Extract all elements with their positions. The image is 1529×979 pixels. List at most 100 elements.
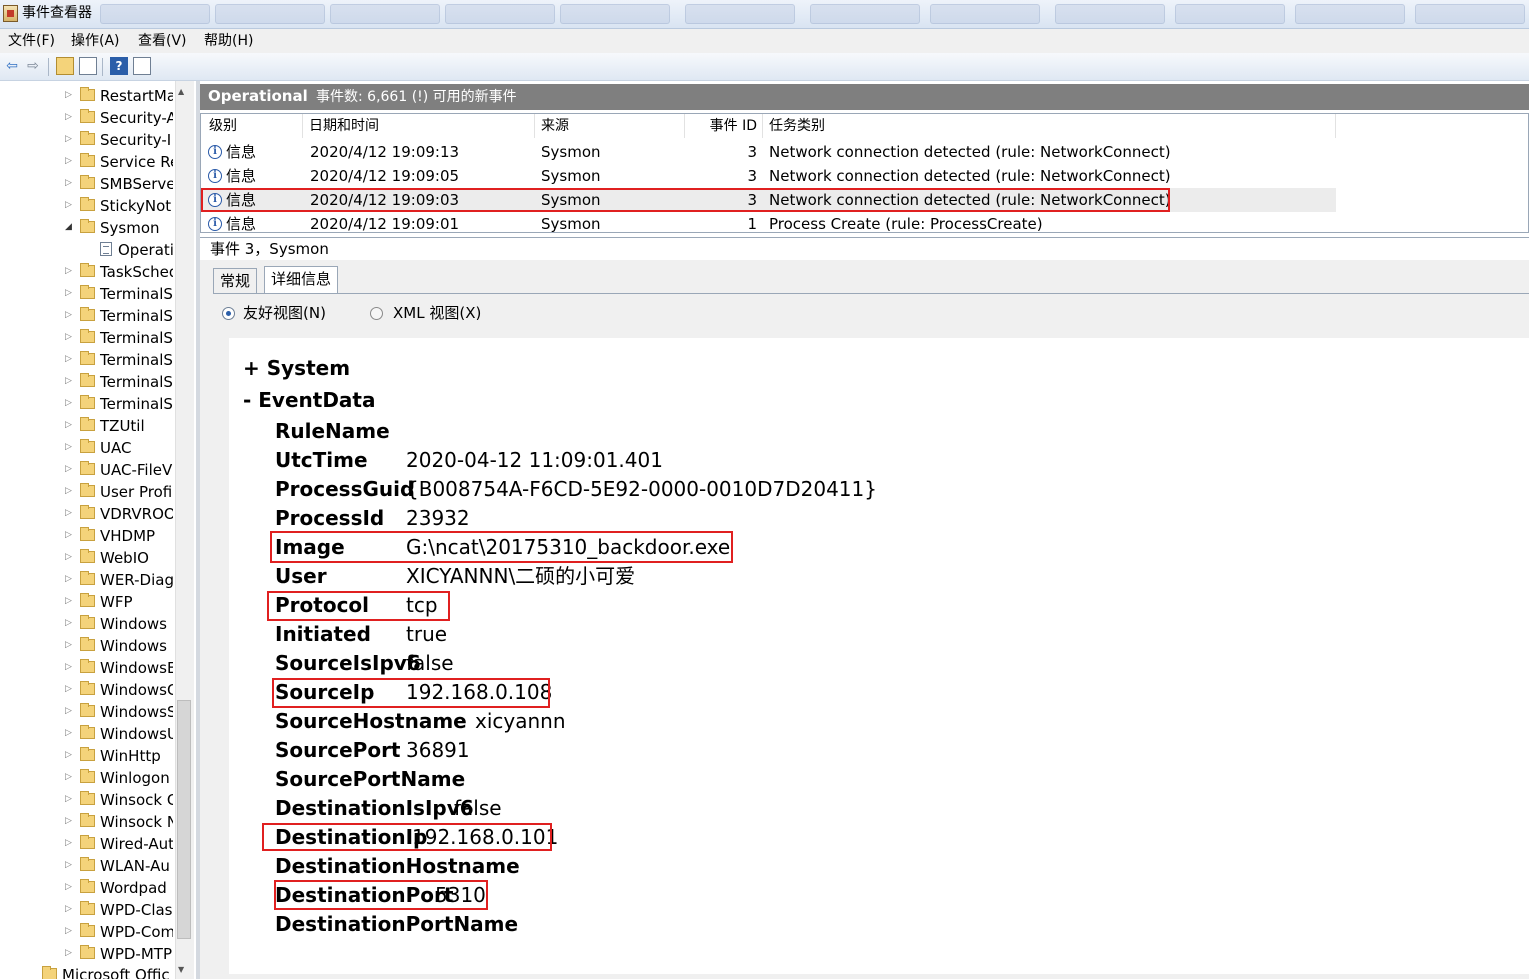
tree-item[interactable]: ◢ Sysmon xyxy=(0,217,173,239)
tree-item[interactable]: ▷ VHDMP xyxy=(0,525,173,547)
tree-item[interactable]: ▷ Security-A xyxy=(0,107,173,129)
expand-arrow-icon[interactable]: ▷ xyxy=(65,640,72,650)
tree-item[interactable]: Operati xyxy=(0,239,173,261)
tree-item[interactable]: ▷ WLAN-Au xyxy=(0,855,173,877)
background-taskbar-tab[interactable] xyxy=(930,4,1040,24)
expand-arrow-icon[interactable]: ▷ xyxy=(65,288,72,298)
background-taskbar-tab[interactable] xyxy=(100,4,210,24)
expand-arrow-icon[interactable]: ▷ xyxy=(65,662,72,672)
back-icon[interactable]: ⇦ xyxy=(3,57,21,75)
pane-icon[interactable] xyxy=(133,57,151,75)
expand-arrow-icon[interactable]: ▷ xyxy=(65,464,72,474)
radio-xml-view[interactable] xyxy=(370,307,383,320)
expand-arrow-icon[interactable]: ▷ xyxy=(65,266,72,276)
expand-arrow-icon[interactable]: ▷ xyxy=(65,816,72,826)
radio-friendly-view[interactable] xyxy=(222,307,235,320)
tree-item[interactable]: ▷ TaskSched xyxy=(0,261,173,283)
tree-item[interactable]: ▷ WPD-Com xyxy=(0,921,173,943)
background-taskbar-tab[interactable] xyxy=(1415,4,1525,24)
tree-item[interactable]: ▷ Windows xyxy=(0,613,173,635)
tree-item[interactable]: ▷ TerminalS xyxy=(0,305,173,327)
tree-item[interactable]: ▷ UAC-FileV xyxy=(0,459,173,481)
expand-arrow-icon[interactable]: ▷ xyxy=(65,948,72,958)
column-header-task-category[interactable]: 任务类别 xyxy=(763,114,1336,138)
tree-item[interactable]: ▷ Winsock N xyxy=(0,811,173,833)
background-taskbar-tab[interactable] xyxy=(685,4,795,24)
tab-details[interactable]: 详细信息 xyxy=(264,266,339,294)
tree-item[interactable]: ▷ WebIO xyxy=(0,547,173,569)
folder-up-icon[interactable] xyxy=(56,57,74,75)
radio-friendly-label[interactable]: 友好视图(N) xyxy=(243,304,326,323)
tab-general[interactable]: 常规 xyxy=(213,268,258,294)
column-header-source[interactable]: 来源 xyxy=(535,114,685,138)
expand-arrow-icon[interactable]: ▷ xyxy=(65,728,72,738)
tree-item[interactable]: ▷ Winlogon xyxy=(0,767,173,789)
properties-icon[interactable] xyxy=(79,57,97,75)
tree-item[interactable]: ▷ WER-Diag xyxy=(0,569,173,591)
background-taskbar-tab[interactable] xyxy=(445,4,555,24)
expand-arrow-icon[interactable]: ▷ xyxy=(65,596,72,606)
menu-action[interactable]: 操作(A) xyxy=(71,32,120,50)
background-taskbar-tab[interactable] xyxy=(330,4,440,24)
expand-arrow-icon[interactable]: ▷ xyxy=(65,926,72,936)
menu-view[interactable]: 查看(V) xyxy=(138,32,187,50)
background-taskbar-tab[interactable] xyxy=(1055,4,1165,24)
expand-arrow-icon[interactable]: ▷ xyxy=(65,530,72,540)
tree-item[interactable]: ▷ WinHttp xyxy=(0,745,173,767)
tree-item[interactable]: ▷ WFP xyxy=(0,591,173,613)
expand-arrow-icon[interactable]: ▷ xyxy=(65,706,72,716)
expand-arrow-icon[interactable]: ▷ xyxy=(65,354,72,364)
tree-item[interactable]: ▷ TerminalS xyxy=(0,393,173,415)
tree-item[interactable]: ▷ UAC xyxy=(0,437,173,459)
tree-item[interactable]: ▷ TerminalS xyxy=(0,349,173,371)
column-header-level[interactable]: 级别 xyxy=(203,114,303,138)
expand-arrow-icon[interactable]: ▷ xyxy=(65,618,72,628)
tree-item[interactable]: ▷ WindowsE xyxy=(0,657,173,679)
background-taskbar-tab[interactable] xyxy=(215,4,325,24)
tree-item[interactable]: ▷ Security-I xyxy=(0,129,173,151)
expand-arrow-icon[interactable]: ▷ xyxy=(65,178,72,188)
tree-item[interactable]: ▷ User Profi xyxy=(0,481,173,503)
tree-item[interactable]: Microsoft Offic xyxy=(0,964,173,979)
tree-item[interactable]: ▷ TerminalS xyxy=(0,283,173,305)
tree-item[interactable]: ▷ TerminalS xyxy=(0,327,173,349)
tree-scrollbar-thumb[interactable] xyxy=(177,700,191,939)
help-icon[interactable]: ? xyxy=(110,57,128,75)
column-header-event-id[interactable]: 事件 ID xyxy=(685,114,763,138)
expand-arrow-icon[interactable]: ▷ xyxy=(65,904,72,914)
expand-arrow-icon[interactable]: ▷ xyxy=(65,750,72,760)
expand-arrow-icon[interactable]: ▷ xyxy=(65,508,72,518)
tree-item[interactable]: ▷ Winsock C xyxy=(0,789,173,811)
expand-arrow-icon[interactable]: ▷ xyxy=(65,134,72,144)
tree-item[interactable]: ▷ WindowsU xyxy=(0,723,173,745)
tree-item[interactable]: ▷ SMBServe xyxy=(0,173,173,195)
expand-arrow-icon[interactable]: ▷ xyxy=(65,200,72,210)
tree-item[interactable]: ▷ WindowsC xyxy=(0,679,173,701)
tree-item[interactable]: ▷ StickyNot xyxy=(0,195,173,217)
event-row[interactable]: i 信息 2020/4/12 19:09:01 Sysmon 1 Process Crea… xyxy=(201,212,1336,232)
expand-arrow-icon[interactable]: ▷ xyxy=(65,156,72,166)
tree-item[interactable]: ▷ WindowsS xyxy=(0,701,173,723)
expand-arrow-icon[interactable]: ▷ xyxy=(65,486,72,496)
scroll-up-icon[interactable]: ▲ xyxy=(178,87,184,96)
expand-arrow-icon[interactable]: ▷ xyxy=(65,838,72,848)
system-section-toggle[interactable]: + System xyxy=(243,356,350,380)
expand-arrow-icon[interactable]: ▷ xyxy=(65,398,72,408)
background-taskbar-tab[interactable] xyxy=(1295,4,1405,24)
expand-arrow-icon[interactable]: ▷ xyxy=(65,772,72,782)
expand-arrow-icon[interactable]: ▷ xyxy=(65,574,72,584)
expand-arrow-icon[interactable]: ▷ xyxy=(65,332,72,342)
column-header-datetime[interactable]: 日期和时间 xyxy=(303,114,535,138)
tree-item[interactable]: ▷ Service Re xyxy=(0,151,173,173)
expand-arrow-icon[interactable]: ▷ xyxy=(65,552,72,562)
expand-arrow-icon[interactable]: ▷ xyxy=(65,310,72,320)
tree-item[interactable]: ▷ RestartMa xyxy=(0,85,173,107)
tree-item[interactable]: ▷ Wired-Aut xyxy=(0,833,173,855)
background-taskbar-tab[interactable] xyxy=(810,4,920,24)
scroll-down-icon[interactable]: ▼ xyxy=(178,965,184,974)
expand-arrow-icon[interactable]: ▷ xyxy=(65,376,72,386)
forward-icon[interactable]: ⇨ xyxy=(24,57,42,75)
tree-item[interactable]: ▷ WPD-Class xyxy=(0,899,173,921)
expand-arrow-icon[interactable]: ▷ xyxy=(65,112,72,122)
expand-arrow-icon[interactable]: ▷ xyxy=(65,420,72,430)
